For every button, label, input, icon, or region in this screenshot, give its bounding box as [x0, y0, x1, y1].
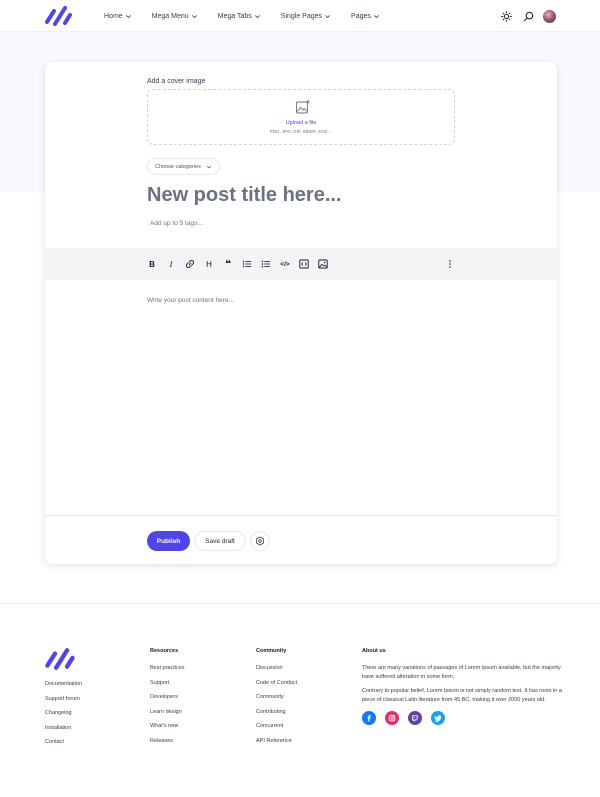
italic-icon[interactable]: I	[164, 257, 178, 271]
twitter-icon[interactable]	[431, 711, 445, 725]
cover-image-dropzone[interactable]: Upload a file PNG, JPG, GIF, WEBP, SVG .…	[147, 89, 455, 145]
footer-link[interactable]: Installation	[45, 724, 82, 739]
publish-button[interactable]: Publish	[147, 531, 190, 551]
footer-link[interactable]: Discussion	[256, 664, 297, 679]
about-text: Contrary to popular belief, Lorem Ipsum …	[362, 688, 562, 703]
settings-icon	[256, 536, 264, 546]
footer-logo-icon[interactable]	[44, 647, 77, 671]
upload-file-link[interactable]: Upload a file	[148, 120, 454, 126]
footer-link[interactable]: Support	[150, 679, 185, 694]
search-icon[interactable]	[519, 7, 537, 25]
chevron-down-icon	[373, 14, 379, 18]
post-editor-card: Add a cover image Upload a file PNG, JPG…	[45, 62, 557, 564]
tags-input[interactable]: Add up to 5 tags...	[150, 220, 203, 227]
footer-link[interactable]: Developers	[150, 693, 185, 708]
facebook-icon[interactable]	[362, 711, 376, 725]
numbered-list-icon[interactable]	[259, 257, 273, 271]
header-actions	[493, 7, 556, 25]
footer-link[interactable]: What's new	[150, 722, 185, 737]
chevron-down-icon	[206, 165, 211, 168]
cover-image-label: Add a cover image	[147, 78, 206, 85]
footer-link[interactable]: Best practices	[150, 664, 185, 679]
footer-link[interactable]: Community	[256, 693, 297, 708]
main-nav: Home Mega Menu Mega Tabs Single Pages Pa…	[104, 0, 400, 32]
sun-icon[interactable]	[497, 7, 515, 25]
top-header: Home Mega Menu Mega Tabs Single Pages Pa…	[0, 0, 600, 32]
instagram-icon[interactable]	[385, 711, 399, 725]
avatar[interactable]	[543, 9, 556, 23]
heading-icon[interactable]: H	[202, 257, 216, 271]
quote-icon[interactable]: ❝	[221, 257, 235, 271]
footer-link[interactable]: API Reference	[256, 737, 297, 752]
nav-label: Mega Tabs	[217, 12, 252, 20]
post-content-editor[interactable]: Write your post content here...	[147, 297, 234, 304]
chevron-down-icon	[191, 14, 197, 18]
footer-heading: Resources	[150, 648, 179, 654]
footer-community: Community Discussion Code of Conduct Com…	[256, 648, 297, 751]
code-block-icon[interactable]	[297, 257, 311, 271]
nav-item-mega-tabs[interactable]: Mega Tabs	[218, 13, 261, 20]
footer-link[interactable]: Documentation	[45, 680, 82, 695]
footer-heading: Community	[256, 648, 287, 654]
footer-about: About us There are many variations of pa…	[362, 648, 562, 725]
nav-item-pages[interactable]: Pages	[351, 13, 380, 20]
image-upload-icon	[296, 99, 310, 114]
nav-label: Pages	[351, 12, 371, 20]
chevron-down-icon	[325, 14, 331, 18]
post-title-input[interactable]: New post title here...	[147, 184, 341, 207]
footer-heading: About us	[362, 648, 386, 654]
logo-icon[interactable]	[44, 5, 74, 27]
about-text: There are many variations of passages of…	[362, 665, 561, 680]
bold-icon[interactable]: B	[145, 257, 159, 271]
categories-label: Choose categories	[155, 163, 201, 170]
nav-item-single-pages[interactable]: Single Pages	[281, 13, 331, 20]
nav-item-mega-menu[interactable]: Mega Menu	[152, 13, 198, 20]
link-icon[interactable]	[183, 257, 197, 271]
footer-link[interactable]: Contributing	[256, 708, 297, 723]
nav-label: Mega Menu	[151, 12, 189, 20]
save-draft-button[interactable]: Save draft	[194, 531, 246, 551]
footer-link[interactable]: Contact	[45, 738, 82, 753]
editor-toolbar: B I H ❝ </>	[45, 248, 557, 280]
footer-link[interactable]: Support forum	[45, 695, 82, 710]
footer-divider	[0, 603, 600, 604]
nav-label: Home	[104, 12, 123, 20]
upload-file-hint: PNG, JPG, GIF, WEBP, SVG ...	[269, 129, 333, 134]
post-settings-button[interactable]	[250, 531, 270, 551]
choose-categories-button[interactable]: Choose categories	[147, 158, 220, 175]
nav-label: Single Pages	[280, 12, 323, 20]
footer-link[interactable]: Learn design	[150, 708, 185, 723]
twitch-icon[interactable]	[408, 711, 422, 725]
image-icon[interactable]	[316, 257, 330, 271]
card-divider	[45, 515, 557, 516]
nav-item-home[interactable]: Home	[104, 13, 132, 20]
footer-links: Documentation Support forum Changelog In…	[45, 680, 82, 753]
footer-link[interactable]: Releases	[150, 737, 185, 752]
bullet-list-icon[interactable]	[240, 257, 254, 271]
chevron-down-icon	[125, 14, 131, 18]
chevron-down-icon	[254, 14, 260, 18]
footer-link[interactable]: Concurrent	[256, 722, 297, 737]
more-icon[interactable]	[443, 257, 457, 271]
social-links	[362, 711, 562, 725]
footer-link[interactable]: Changelog	[45, 709, 82, 724]
footer-link[interactable]: Code of Conduct	[256, 679, 297, 694]
code-icon[interactable]: </>	[278, 257, 292, 271]
footer-resources: Resources Best practices Support Develop…	[150, 648, 185, 751]
